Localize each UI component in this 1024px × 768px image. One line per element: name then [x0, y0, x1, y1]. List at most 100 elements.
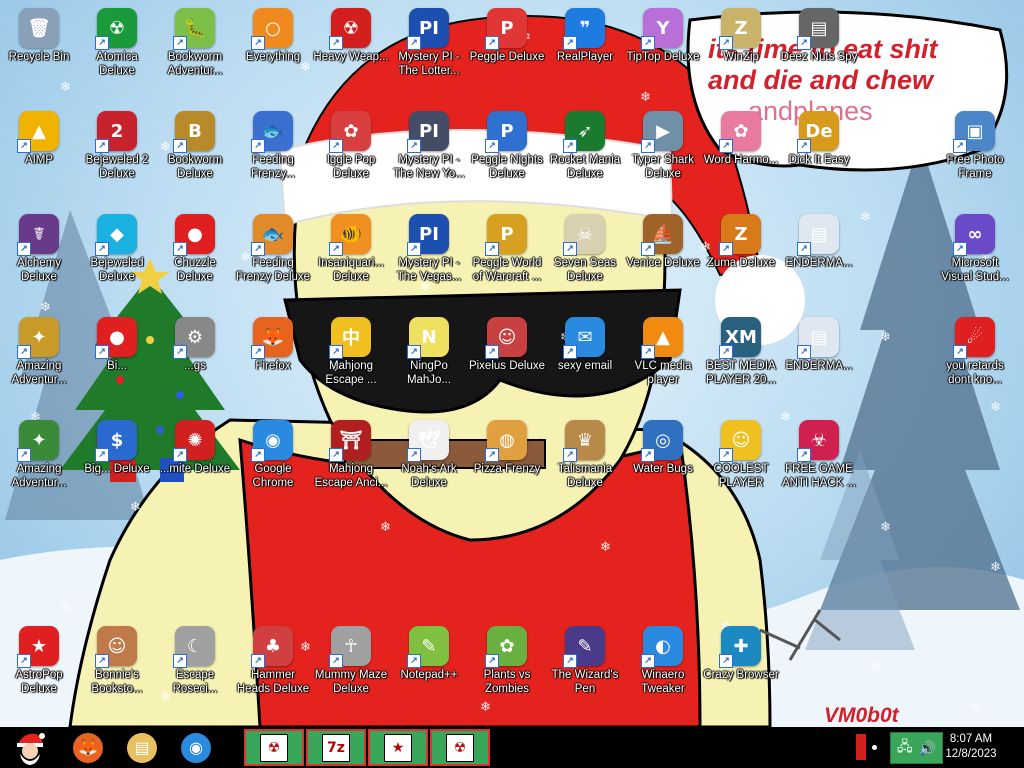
icon-image: 🐟 ↗ [251, 111, 293, 153]
desktop-icon[interactable]: PI ↗ Mystery PI - The New Yo... [390, 107, 468, 205]
desktop-icon[interactable]: 🐟 ↗ Feeding Frenzy Deluxe [234, 210, 312, 308]
desktop-icon[interactable]: ⚙ ↗ ...gs [156, 313, 234, 411]
desktop-icon-label: Heavy Weap... [313, 51, 389, 63]
desktop-icon[interactable]: ● ↗ Bi... [78, 313, 156, 411]
desktop-icon[interactable]: ▤ ↗ ENDERMA... [780, 313, 858, 411]
icon-image: ☄ ↗ [953, 317, 995, 359]
taskbar-task-button[interactable]: ★ [368, 729, 428, 766]
tray-overflow-icon[interactable] [856, 734, 866, 760]
desktop-icon[interactable]: ▲ ↗ VLC media player [624, 313, 702, 411]
desktop-icon[interactable]: ◎ ↗ Water Bugs [624, 416, 702, 514]
desktop-icon[interactable]: ✉ ↗ sexy email [546, 313, 624, 411]
desktop-icon[interactable]: ✚ ↗ Crazy Browser [702, 622, 780, 720]
desktop-icon[interactable]: ✿ ↗ Word Harmo... [702, 107, 780, 205]
desktop-icon[interactable]: ⛵ ↗ Venice Deluxe [624, 210, 702, 308]
desktop-icon[interactable]: ★ ↗ AstroPop Deluxe [0, 622, 78, 720]
desktop-icon[interactable]: ☤ ↗ Alchemy Deluxe [0, 210, 78, 308]
desktop-icon[interactable]: $ ↗ Big... Deluxe [78, 416, 156, 514]
desktop-icon-label: Escape Roseci... [172, 669, 218, 695]
desktop-icon[interactable]: ❞ ↗ RealPlayer [546, 4, 624, 102]
taskbar-pinned-app[interactable]: 🦊 [62, 729, 114, 766]
desktop-icon[interactable]: 🐟 ↗ Feeding Frenzy... [234, 107, 312, 205]
desktop-icon[interactable]: ✿ ↗ Iggle Pop Deluxe [312, 107, 390, 205]
desktop-icon-label: Notepad++ [400, 669, 458, 681]
desktop-icon[interactable]: ◐ ↗ Winaero Tweaker [624, 622, 702, 720]
desktop-icon[interactable]: PI ↗ Mystery PI - The Lotter... [390, 4, 468, 102]
desktop-icon[interactable]: ♣ ↗ Hammer Heads Deluxe [234, 622, 312, 720]
desktop-icon[interactable]: PI ↗ Mystery PI - The Vegas... [390, 210, 468, 308]
desktop-icon[interactable]: ○ ↗ Everything [234, 4, 312, 102]
desktop-icon[interactable]: 🕊 ↗ Noah's Ark Deluxe [390, 416, 468, 514]
desktop-icon[interactable]: N ↗ NingPo MahJo... [390, 313, 468, 411]
desktop-icon[interactable]: ◉ ↗ Google Chrome [234, 416, 312, 514]
icon-image: ○ ↗ [251, 8, 293, 50]
desktop-icon-label: Pixelus Deluxe [468, 360, 546, 372]
desktop-icon[interactable]: ⛩ ↗ Mahjong Escape Anci... [312, 416, 390, 514]
desktop-icon[interactable]: 🦊 ↗ Firefox [234, 313, 312, 411]
desktop-icon[interactable]: ◍ ↗ Pizza Frenzy [468, 416, 546, 514]
desktop-icon[interactable]: B ↗ Bookworm Deluxe [156, 107, 234, 205]
desktop[interactable]: its time to eat shit and die and chew an… [0, 0, 1024, 727]
desktop-icon[interactable]: ☄ ↗ you retards dont kno... [936, 313, 1014, 411]
network-icon[interactable]: 🖧 [897, 736, 913, 760]
desktop-icon[interactable]: ● ↗ Chuzzle Deluxe [156, 210, 234, 308]
shortcut-arrow-icon: ↗ [329, 139, 343, 153]
desktop-icon[interactable]: P ↗ Peggle Nights Deluxe [468, 107, 546, 205]
desktop-icon[interactable]: 🐠 ↗ Insaniquari... Deluxe [312, 210, 390, 308]
desktop-icon[interactable]: ✎ ↗ The Wizard's Pen [546, 622, 624, 720]
desktop-icon[interactable]: ☺ ↗ Bonnie's Booksto... [78, 622, 156, 720]
desktop-icon[interactable]: ▲ ↗ AIMP [0, 107, 78, 205]
desktop-icon[interactable]: ☠ ↗ Seven Seas Deluxe [546, 210, 624, 308]
desktop-icon[interactable]: ➶ ↗ Rocket Mania Deluxe [546, 107, 624, 205]
desktop-icon[interactable]: ☺ ↗ COOLEST PLAYER [702, 416, 780, 514]
desktop-icon[interactable]: ✺ ↗ ...mite Deluxe [156, 416, 234, 514]
system-tray [856, 732, 877, 762]
desktop-icon[interactable]: ☢ ↗ Atomica Deluxe [78, 4, 156, 102]
desktop-icon[interactable]: ✦ ↗ Amazing Adventur... [0, 416, 78, 514]
taskbar-clock[interactable]: 8:07 AM 12/8/2023 [938, 732, 1004, 762]
desktop-icon[interactable]: ✎ ↗ Notepad++ [390, 622, 468, 720]
desktop-icon[interactable]: ☢ ↗ Heavy Weap... [312, 4, 390, 102]
start-button[interactable] [0, 729, 60, 766]
desktop-icon[interactable]: ✦ ↗ Amazing Adventur... [0, 313, 78, 411]
desktop-icon[interactable]: ♛ ↗ Talismania Deluxe [546, 416, 624, 514]
desktop-icon[interactable]: Y ↗ TipTop Deluxe [624, 4, 702, 102]
taskbar-task-button[interactable]: ☢ [430, 729, 490, 766]
desktop-icon[interactable]: Z ↗ WinZip [702, 4, 780, 102]
desktop-icon[interactable]: 🐛 ↗ Bookworm Adventur... [156, 4, 234, 102]
taskbar-task-button[interactable]: ☢ [244, 729, 304, 766]
desktop-icon[interactable]: Z ↗ Zuma Deluxe [702, 210, 780, 308]
icon-image: ▤ ↗ [797, 8, 839, 50]
shortcut-arrow-icon: ↗ [485, 345, 499, 359]
desktop-icon[interactable]: ✿ ↗ Plants vs Zombies [468, 622, 546, 720]
desktop-icon-label: Iggle Pop Deluxe [326, 154, 376, 180]
icon-image: ▲ ↗ [641, 317, 683, 359]
desktop-icon-label: Feeding Frenzy Deluxe [235, 257, 311, 283]
desktop-icon[interactable]: De ↗ Dick It Easy [780, 107, 858, 205]
desktop-icon[interactable]: ▤ ↗ Deez Nuts Spy [780, 4, 858, 102]
shortcut-arrow-icon: ↗ [407, 448, 421, 462]
desktop-icon[interactable]: ☣ ↗ FREE GAME ANTI HACK ... [780, 416, 858, 514]
desktop-icon[interactable]: ☥ ↗ Mummy Maze Deluxe [312, 622, 390, 720]
desktop-icon[interactable]: ◆ ↗ Bejeweled Deluxe [78, 210, 156, 308]
desktop-icon[interactable]: ☺ ↗ Pixelus Deluxe [468, 313, 546, 411]
taskbar-pinned-app[interactable]: ◉ [170, 729, 222, 766]
taskbar-pinned-app[interactable]: ▤ [116, 729, 168, 766]
desktop-icon[interactable]: ▣ ↗ Free Photo Frame [936, 107, 1014, 205]
desktop-icon[interactable]: 🗑 Recycle Bin [0, 4, 78, 102]
desktop-icon-label: Peggle World of Warcraft ... [472, 257, 542, 283]
artist-signature: VM0b0t [824, 704, 899, 727]
desktop-icon[interactable]: XM ↗ BEST MEDIA PLAYER 20... [702, 313, 780, 411]
desktop-icon[interactable]: ☾ ↗ Escape Roseci... [156, 622, 234, 720]
desktop-icon[interactable]: 中 ↗ Mahjong Escape ... [312, 313, 390, 411]
icon-image: 🦊 ↗ [251, 317, 293, 359]
desktop-icon[interactable]: 2 ↗ Bejeweled 2 Deluxe [78, 107, 156, 205]
volume-icon[interactable]: 🔊 [919, 740, 936, 757]
icon-image: ☥ ↗ [329, 626, 371, 668]
taskbar-task-button[interactable]: 7z [306, 729, 366, 766]
desktop-icon[interactable]: P ↗ Peggle Deluxe [468, 4, 546, 102]
desktop-icon[interactable]: P ↗ Peggle World of Warcraft ... [468, 210, 546, 308]
desktop-icon[interactable]: ▤ ↗ ENDERMA... [780, 210, 858, 308]
desktop-icon[interactable]: ▶ ↗ Typer Shark Deluxe [624, 107, 702, 205]
desktop-icon[interactable]: ∞ ↗ Microsoft Visual Stud... [936, 210, 1014, 308]
